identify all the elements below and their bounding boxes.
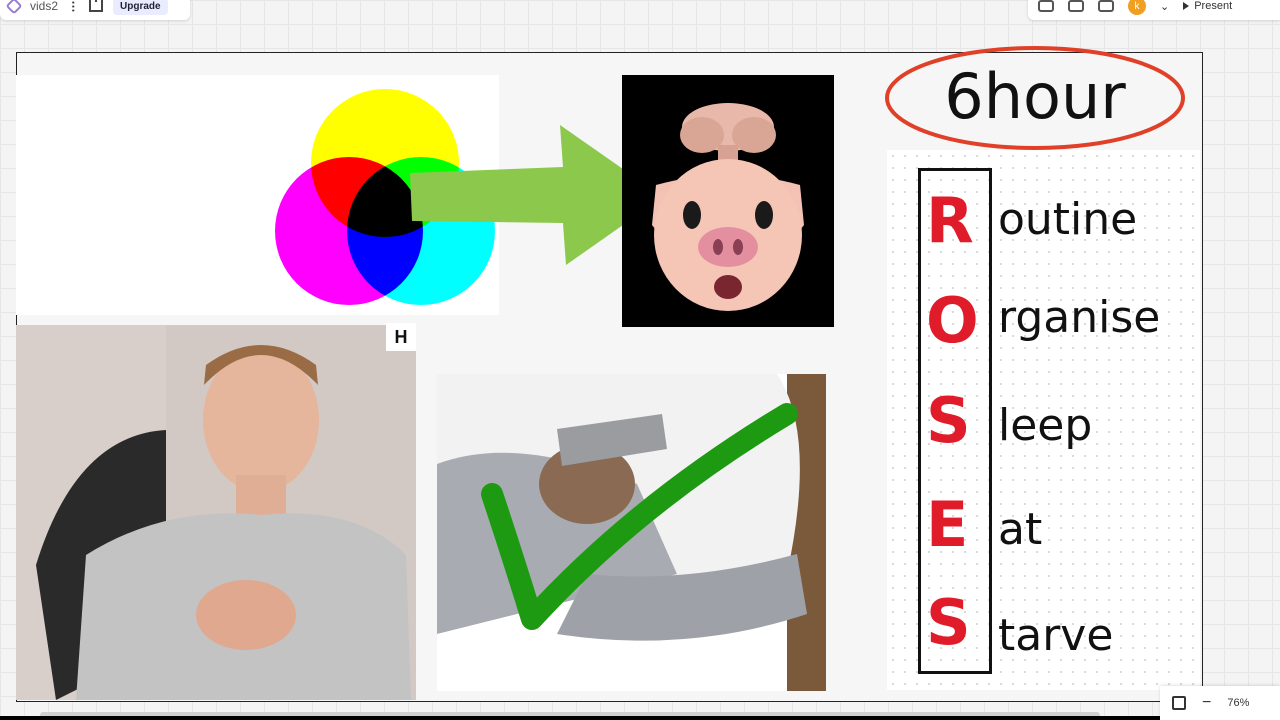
pig-emoji-icon <box>652 103 804 311</box>
roses-letter-s: S <box>926 384 971 457</box>
zoom-out-icon[interactable]: − <box>1202 694 1211 712</box>
collaboration-toolbar: k ⌄ Present <box>1028 0 1280 20</box>
additive-venn <box>20 89 242 305</box>
video-call-icon[interactable] <box>1098 0 1114 12</box>
present-label: Present <box>1194 0 1233 12</box>
board-name[interactable]: vids2 <box>30 0 58 13</box>
roses-word-organise: rganise <box>998 292 1161 343</box>
roses-word-starve: tarve <box>998 610 1114 661</box>
roses-letter-e: E <box>926 488 969 561</box>
fit-to-screen-icon[interactable] <box>1172 696 1186 710</box>
chevron-down-icon[interactable]: ⌄ <box>1160 0 1169 13</box>
comment-icon[interactable] <box>1068 0 1084 12</box>
video-bottom-strip <box>0 716 1280 720</box>
zoom-level[interactable]: 76% <box>1227 697 1249 709</box>
export-icon[interactable] <box>89 0 104 12</box>
roses-letter-s2: S <box>926 586 971 659</box>
roses-letter-o: O <box>926 284 979 357</box>
board-toolbar: vids2 ⋯ Upgrade <box>0 0 190 20</box>
present-button[interactable]: Present <box>1183 0 1232 12</box>
partial-text-label: H <box>386 323 416 351</box>
sleeping-illustration <box>437 374 826 691</box>
mind-blown-pig-image[interactable] <box>622 75 834 327</box>
heading-text: 6hour <box>944 60 1126 133</box>
roses-word-routine: outine <box>998 194 1138 245</box>
upgrade-button[interactable]: Upgrade <box>113 0 168 15</box>
sleeping-man-image[interactable] <box>437 374 826 691</box>
presenter-illustration <box>16 325 416 700</box>
reactions-icon[interactable] <box>1038 0 1054 12</box>
more-options-icon[interactable]: ⋯ <box>67 1 81 12</box>
user-avatar[interactable]: k <box>1128 0 1146 15</box>
play-icon <box>1183 2 1190 10</box>
zoom-controls: − 76% <box>1160 686 1280 720</box>
roses-word-sleep: leep <box>998 400 1093 451</box>
six-hour-heading[interactable]: 6hour <box>880 40 1190 150</box>
app-logo-icon[interactable] <box>5 0 23 15</box>
roses-word-eat: at <box>998 504 1043 555</box>
presenter-photo[interactable] <box>16 325 416 700</box>
roses-letter-r: R <box>926 184 974 257</box>
